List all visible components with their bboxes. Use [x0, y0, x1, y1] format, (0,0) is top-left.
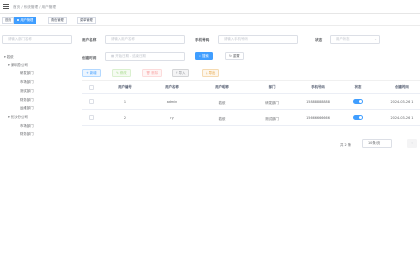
- upload-icon: ⤒: [176, 71, 178, 75]
- col-dept: 部门: [268, 85, 276, 89]
- dept-tree-root[interactable]: ▾ 若依: [4, 54, 14, 59]
- tag-home[interactable]: 首页: [2, 17, 15, 24]
- chevron-left-icon: ‹: [411, 141, 413, 145]
- reset-button[interactable]: ↻ 重置: [225, 52, 244, 60]
- refresh-icon: ↻: [229, 54, 232, 58]
- add-label: 新增: [89, 71, 97, 75]
- cell-username: ry: [170, 116, 174, 120]
- date-start: 开始日期: [115, 54, 129, 58]
- tag-user[interactable]: 用户管理: [14, 17, 37, 24]
- breadcrumb: 首页 / 系统管理 / 用户管理: [13, 5, 56, 9]
- col-status: 状态: [354, 85, 362, 89]
- edit-label: 修改: [119, 71, 127, 75]
- row-checkbox[interactable]: [89, 115, 94, 120]
- username-input[interactable]: 请输入用户名称: [105, 35, 185, 44]
- status-label: 状态: [315, 38, 323, 42]
- page-size-label: 10条/页: [368, 141, 381, 145]
- cell-dept: 测试部门: [265, 117, 279, 121]
- delete-icon: 🗑: [146, 71, 151, 75]
- tree-label: 若依: [6, 55, 14, 59]
- cell-nickname: 若依: [218, 101, 226, 105]
- phone-label: 手机号码: [195, 38, 210, 42]
- app: 首页 / 系统管理 / 用户管理 首页 用户管理 角色管理 菜单管理 请输入部门…: [0, 0, 420, 262]
- col-phone: 手机号码: [311, 85, 325, 89]
- pagination-total: 共 2 条: [340, 143, 352, 147]
- col-nickname: 用户昵称: [215, 85, 229, 89]
- search-icon: ⌕: [199, 54, 201, 58]
- reset-label: 重置: [232, 54, 240, 58]
- delete-label: 删除: [151, 71, 159, 75]
- col-user-id: 用户编号: [118, 85, 132, 89]
- select-all-checkbox[interactable]: [89, 85, 94, 90]
- cell-dept: 研发部门: [265, 101, 279, 105]
- add-button[interactable]: + 新增: [82, 69, 101, 77]
- tree-label: 长沙分公司: [10, 115, 28, 119]
- import-label: 导入: [178, 71, 186, 75]
- cell-created: 2024-03-26 1: [390, 100, 414, 104]
- edit-icon: ✎: [116, 71, 119, 75]
- chevron-down-icon: ⌄: [374, 37, 377, 41]
- cell-phone: 15888888888: [306, 100, 330, 104]
- cell-user-id: 2: [123, 116, 127, 120]
- download-icon: ⤓: [206, 71, 208, 75]
- calendar-icon: ▦: [111, 54, 115, 58]
- table-row-divider: [82, 93, 420, 94]
- status-switch[interactable]: [353, 99, 363, 104]
- dept-tree-node[interactable]: 财务部门: [20, 97, 34, 102]
- dept-tree-node[interactable]: 市场部门: [20, 79, 34, 84]
- tag-role[interactable]: 角色管理: [48, 17, 67, 24]
- export-label: 导出: [208, 71, 216, 75]
- cell-username: admin: [166, 100, 178, 104]
- dept-tree-node[interactable]: ▾ 深圳总公司: [8, 62, 28, 67]
- export-button[interactable]: ⤓ 导出: [202, 69, 220, 77]
- search-label: 搜索: [201, 54, 209, 58]
- plus-icon: +: [86, 71, 89, 75]
- navbar: 首页 / 系统管理 / 用户管理: [0, 0, 420, 14]
- import-button[interactable]: ⤒ 导入: [172, 69, 190, 77]
- cell-phone: 15666666666: [306, 116, 330, 120]
- table-top-border: [82, 80, 420, 81]
- status-select[interactable]: 用户状态 ⌄: [330, 35, 380, 44]
- page-size-select[interactable]: 10条/页: [362, 139, 392, 148]
- tag-menu[interactable]: 菜单管理: [77, 17, 96, 24]
- date-label: 创建时间: [82, 56, 97, 60]
- search-button[interactable]: ⌕ 搜索: [195, 52, 213, 60]
- status-switch[interactable]: [353, 115, 363, 120]
- status-placeholder: 用户状态: [336, 37, 350, 41]
- prev-page-button[interactable]: ‹: [407, 139, 417, 148]
- dept-tree-node[interactable]: 研发部门: [20, 70, 34, 75]
- cell-nickname: 若依: [218, 117, 226, 121]
- dept-tree-node[interactable]: 测试部门: [20, 88, 34, 93]
- date-range-picker[interactable]: ▦ 开始日期 - 结束日期: [105, 52, 185, 61]
- col-created: 创建时间: [395, 85, 409, 89]
- phone-input[interactable]: 请输入手机号码: [218, 35, 298, 44]
- dept-tree-node[interactable]: 市场部门: [20, 123, 34, 128]
- cell-created: 2024-03-26 1: [390, 116, 414, 120]
- dept-tree-node[interactable]: 财务部门: [20, 131, 34, 136]
- username-label: 用户名称: [82, 38, 97, 42]
- delete-button[interactable]: 🗑 删除: [142, 69, 163, 77]
- col-username: 用户名称: [165, 85, 179, 89]
- edit-button[interactable]: ✎ 修改: [112, 69, 131, 77]
- date-end: 结束日期: [132, 54, 146, 58]
- table-row-divider: [82, 109, 420, 110]
- cell-user-id: 1: [123, 100, 127, 104]
- tree-label: 深圳总公司: [10, 63, 28, 67]
- date-separator: -: [129, 54, 132, 58]
- row-checkbox[interactable]: [89, 99, 94, 104]
- table-row-divider: [82, 125, 420, 126]
- dept-tree-node[interactable]: 运维部门: [20, 105, 34, 110]
- dept-tree-node[interactable]: ▾ 长沙分公司: [8, 114, 28, 119]
- hamburger-icon[interactable]: [3, 4, 9, 10]
- dept-search-input[interactable]: 请输入部门名称: [2, 35, 72, 44]
